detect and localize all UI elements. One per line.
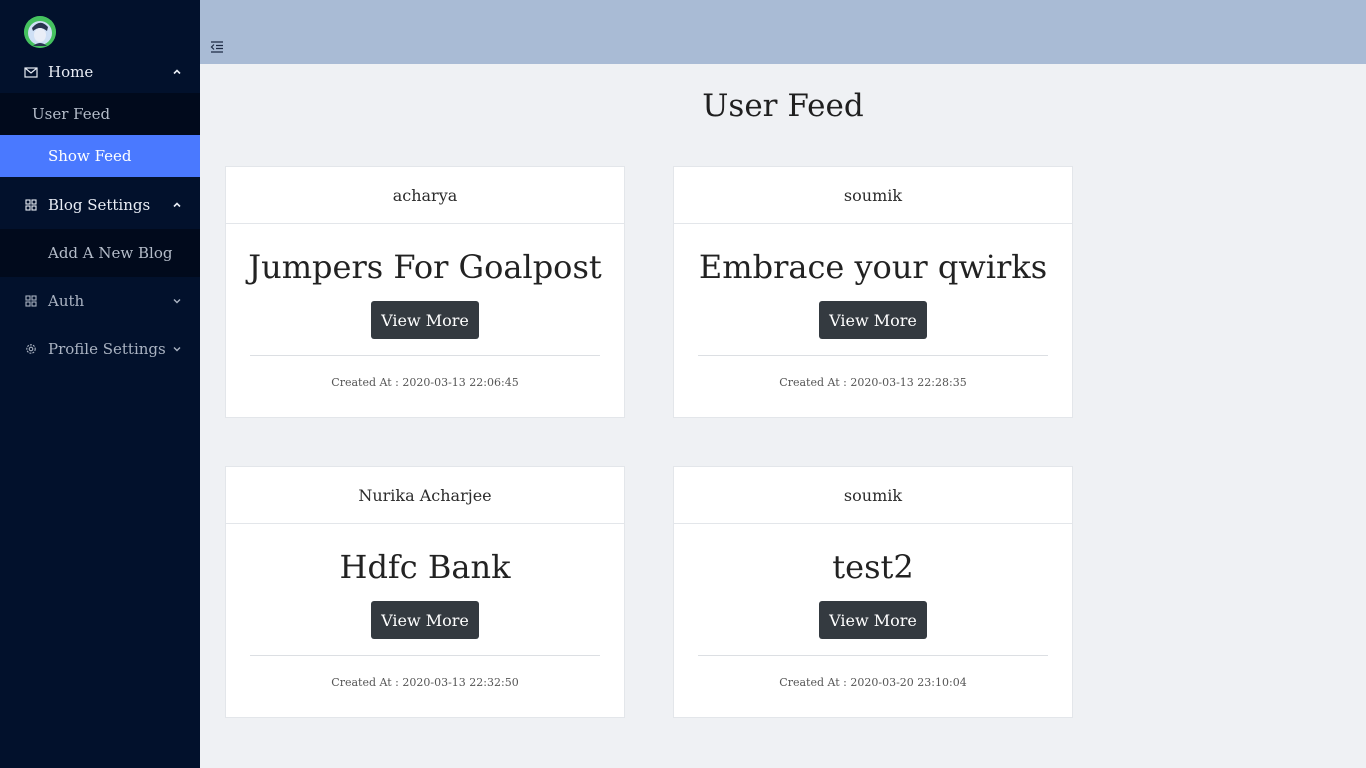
- card-created-at: Created At : 2020-03-13 22:28:35: [779, 376, 967, 389]
- card-title: Embrace your qwirks: [698, 248, 1048, 286]
- page-title: User Feed: [702, 88, 864, 124]
- menu-blog-settings-label: Blog Settings: [48, 196, 151, 214]
- avatar[interactable]: [24, 16, 56, 48]
- card-author: acharya: [226, 167, 624, 224]
- menu-auth-label: Auth: [48, 292, 85, 310]
- grid-icon: [24, 198, 38, 212]
- card-title: test2: [832, 548, 914, 586]
- mail-icon: [24, 65, 38, 79]
- home-submenu: User Feed Show Feed: [0, 93, 200, 177]
- sidebar-item-show-feed[interactable]: Show Feed: [0, 135, 200, 177]
- feed-card: Nurika Acharjee Hdfc Bank View More Crea…: [225, 466, 625, 718]
- feed-card: acharya Jumpers For Goalpost View More C…: [225, 166, 625, 418]
- sidebar-item-label: Add A New Blog: [48, 244, 173, 262]
- chevron-down-icon: [172, 296, 182, 306]
- menu-profile-settings-label: Profile Settings: [48, 340, 166, 358]
- menu-home-label: Home: [48, 63, 94, 81]
- card-divider: [250, 655, 600, 656]
- menu-blog-settings[interactable]: Blog Settings: [0, 187, 200, 223]
- card-title: Hdfc Bank: [339, 548, 511, 586]
- card-title: Jumpers For Goalpost: [248, 248, 602, 286]
- sidebar-item-add-blog[interactable]: Add A New Blog: [0, 229, 200, 277]
- feed-card: soumik test2 View More Created At : 2020…: [673, 466, 1073, 718]
- sidebar-item-label: User Feed: [32, 105, 111, 123]
- view-more-button[interactable]: View More: [371, 601, 479, 639]
- menu-profile-settings[interactable]: Profile Settings: [0, 331, 200, 367]
- card-divider: [698, 355, 1048, 356]
- card-author: soumik: [674, 467, 1072, 524]
- menu-auth[interactable]: Auth: [0, 283, 200, 319]
- top-navbar: [200, 0, 1366, 64]
- card-created-at: Created At : 2020-03-13 22:32:50: [331, 676, 519, 689]
- card-divider: [698, 655, 1048, 656]
- sidebar-item-user-feed[interactable]: User Feed: [0, 93, 200, 135]
- card-created-at: Created At : 2020-03-13 22:06:45: [331, 376, 519, 389]
- card-created-at: Created At : 2020-03-20 23:10:04: [779, 676, 967, 689]
- menu-home[interactable]: Home: [0, 54, 200, 90]
- feed-card: soumik Embrace your qwirks View More Cre…: [673, 166, 1073, 418]
- chevron-down-icon: [172, 344, 182, 354]
- view-more-button[interactable]: View More: [371, 301, 479, 339]
- card-author: soumik: [674, 167, 1072, 224]
- blog-submenu: Add A New Blog: [0, 229, 200, 277]
- card-author: Nurika Acharjee: [226, 467, 624, 524]
- sidebar-item-label: Show Feed: [48, 147, 132, 165]
- card-divider: [250, 355, 600, 356]
- sidebar: Home User Feed Show Feed Blog Settings A…: [0, 0, 200, 768]
- grid-icon: [24, 294, 38, 308]
- view-more-button[interactable]: View More: [819, 301, 927, 339]
- sidebar-toggle-icon[interactable]: [210, 38, 224, 53]
- view-more-button[interactable]: View More: [819, 601, 927, 639]
- gear-icon: [24, 342, 38, 356]
- chevron-up-icon: [172, 67, 182, 77]
- chevron-up-icon: [172, 200, 182, 210]
